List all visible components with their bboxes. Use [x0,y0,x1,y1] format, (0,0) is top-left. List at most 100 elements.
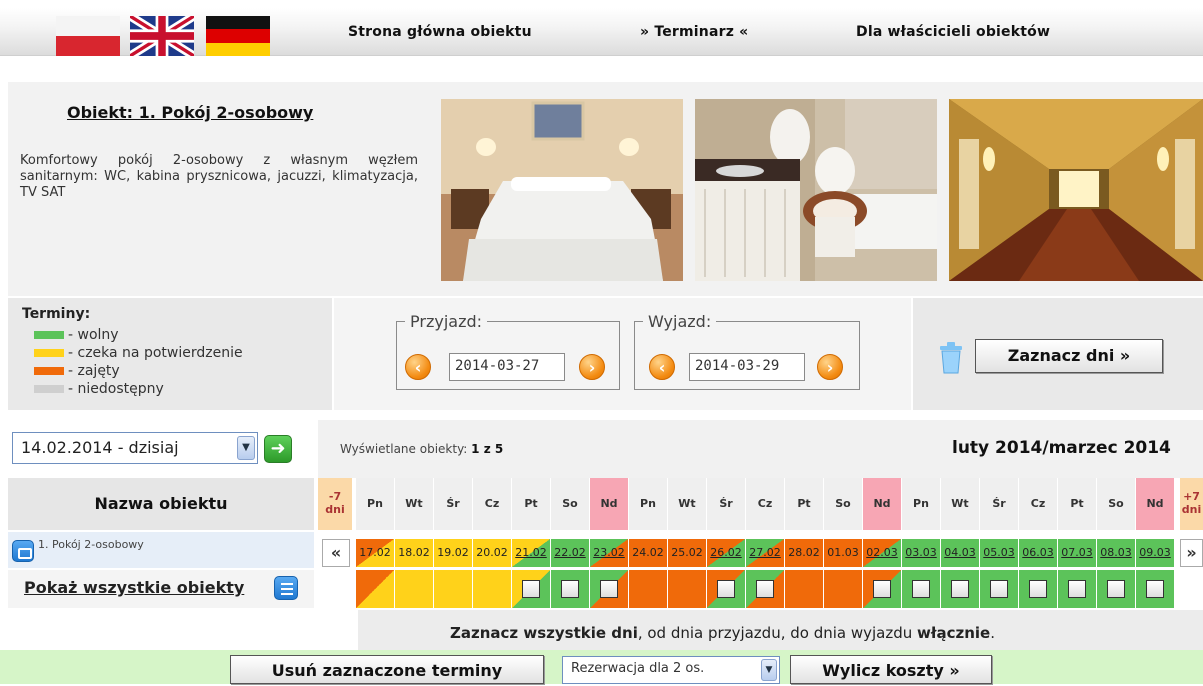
arrival-date-input[interactable]: 2014-03-27 [449,353,565,381]
shown-objects-value: 1 z 5 [471,442,504,456]
day-checkbox-6[interactable] [600,580,618,598]
date-cell-18[interactable]: 07.03 [1058,539,1096,567]
date-cell-13[interactable]: 02.03 [863,539,901,567]
day-select-cell-11 [785,570,823,608]
date-cell-6[interactable]: 23.02 [590,539,628,567]
go-arrow-icon[interactable]: ➜ [264,435,292,463]
day-select-cell-19 [1097,570,1135,608]
departure-next-arrow-icon[interactable]: › [817,354,843,380]
show-all-objects-link[interactable]: Pokaż wszystkie obiekty [24,578,244,597]
day-checkbox-17[interactable] [1029,580,1047,598]
date-label-4: 21.02 [515,546,547,559]
departure-prev-arrow-icon[interactable]: ‹ [649,354,675,380]
day-header-20: Nd [1136,478,1174,530]
date-cell-15[interactable]: 04.03 [941,539,979,567]
day-checkbox-14[interactable] [912,580,930,598]
people-select-value: Rezerwacja dla 2 os. [571,661,705,676]
remove-selected-button[interactable]: Usuń zaznaczone terminy [230,655,544,684]
people-chevron-down-icon[interactable]: ▼ [761,659,777,681]
date-cell-17[interactable]: 06.03 [1019,539,1057,567]
mark-days-button[interactable]: Zaznacz dni » [975,339,1163,373]
day-checkbox-10[interactable] [756,580,774,598]
legend-swatch-occupied [34,367,64,375]
nav-owners-link[interactable]: Dla właścicieli obiektów [856,24,1050,40]
legend-item-occupied: - zajęty [34,363,120,379]
departure-label: Wyjazd: [648,312,712,331]
day-checkbox-5[interactable] [561,580,579,598]
date-cell-0[interactable]: 17.02 [356,539,394,567]
date-label-14: 03.03 [905,546,937,559]
day-checkbox-9[interactable] [717,580,735,598]
date-cell-12[interactable]: 01.03 [824,539,862,567]
day-header-11: Pt [785,478,823,530]
object-calendar-icon[interactable] [12,540,34,562]
day-header-12: So [824,478,862,530]
day-select-cell-9 [707,570,745,608]
scroll-left-icon[interactable]: « [322,539,350,567]
day-header-14: Pn [902,478,940,530]
range-select[interactable]: 14.02.2014 - dzisiaj ▼ [12,432,258,464]
date-cell-2[interactable]: 19.02 [434,539,472,567]
day-checkbox-18[interactable] [1068,580,1086,598]
date-cell-8[interactable]: 25.02 [668,539,706,567]
day-checkbox-15[interactable] [951,580,969,598]
object-title[interactable]: Obiekt: 1. Pokój 2-osobowy [67,103,313,122]
arrival-next-arrow-icon[interactable]: › [579,354,605,380]
bedroom-photo[interactable] [441,99,683,281]
nav-home-link[interactable]: Strona główna obiektu [348,24,532,40]
date-cell-3[interactable]: 20.02 [473,539,511,567]
calculate-costs-button[interactable]: Wylicz koszty » [790,655,992,684]
day-checkbox-16[interactable] [990,580,1008,598]
date-cell-10[interactable]: 27.02 [746,539,784,567]
trash-icon[interactable] [938,340,964,374]
list-icon[interactable] [274,576,298,600]
day-select-cell-3 [473,570,511,608]
date-cell-5[interactable]: 22.02 [551,539,589,567]
bathroom-photo[interactable] [695,99,937,281]
date-label-20: 09.03 [1139,546,1171,559]
pl-flag-icon[interactable] [56,16,120,56]
date-cell-1[interactable]: 18.02 [395,539,433,567]
day-select-cell-13 [863,570,901,608]
departure-box: Wyjazd: ‹ 2014-03-29 › [634,312,860,390]
date-cell-19[interactable]: 08.03 [1097,539,1135,567]
day-checkbox-4[interactable] [522,580,540,598]
uk-flag-icon[interactable] [130,16,194,56]
day-header-2: Śr [434,478,472,530]
date-cell-16[interactable]: 05.03 [980,539,1018,567]
departure-date-input[interactable]: 2014-03-29 [689,353,805,381]
hint-bold-2: włącznie [917,624,991,642]
prev-week-button[interactable]: -7 dni [318,478,352,530]
day-header-15: Wt [941,478,979,530]
top-navigation: Strona główna obiektu » Terminarz « Dla … [0,0,1203,64]
date-cell-20[interactable]: 09.03 [1136,539,1174,567]
next-week-button[interactable]: +7 dni [1180,478,1203,530]
day-header-17: Cz [1019,478,1057,530]
date-label-19: 08.03 [1100,546,1132,559]
date-cell-14[interactable]: 03.03 [902,539,940,567]
corridor-photo[interactable] [949,99,1203,281]
chevron-down-icon[interactable]: ▼ [237,436,255,460]
day-checkbox-20[interactable] [1146,580,1164,598]
date-label-3: 20.02 [476,546,508,559]
object-row-name[interactable]: 1. Pokój 2-osobowy [38,538,144,551]
nav-schedule-link[interactable]: » Terminarz « [640,24,748,40]
date-cell-4[interactable]: 21.02 [512,539,550,567]
scroll-right-icon[interactable]: » [1180,539,1203,567]
people-select[interactable]: Rezerwacja dla 2 os. ▼ [562,656,780,684]
day-header-10: Cz [746,478,784,530]
day-header-18: Pt [1058,478,1096,530]
date-cell-7[interactable]: 24.02 [629,539,667,567]
arrival-prev-arrow-icon[interactable]: ‹ [405,354,431,380]
date-label-7: 24.02 [632,546,664,559]
select-all-hint: Zaznacz wszystkie dni, od dnia przyjazdu… [450,624,995,642]
legend-item-free: - wolny [34,327,119,343]
date-cell-11[interactable]: 28.02 [785,539,823,567]
day-checkbox-13[interactable] [873,580,891,598]
legend-title: Terminy: [22,306,91,322]
day-header-9: Śr [707,478,745,530]
day-checkbox-19[interactable] [1107,580,1125,598]
date-cell-9[interactable]: 26.02 [707,539,745,567]
legend-item-pending: - czeka na potwierdzenie [34,345,243,361]
de-flag-icon[interactable] [206,16,270,57]
